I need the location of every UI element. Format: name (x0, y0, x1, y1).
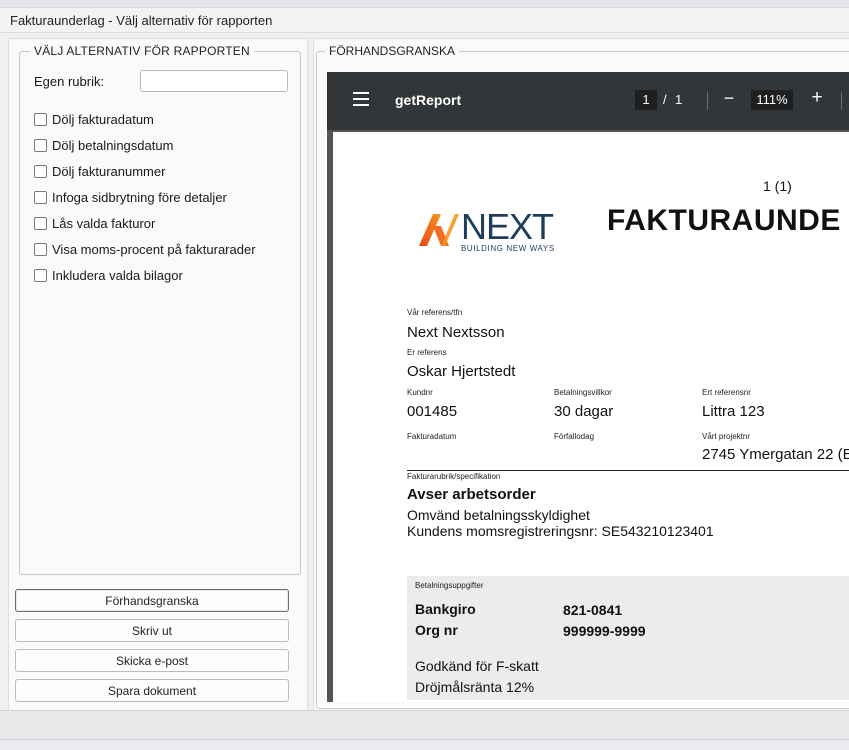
preview-group: FÖRHANDSGRANSKA getReport 1 / 1 − 111% +… (316, 44, 849, 709)
checkbox-include-attachments[interactable]: Inkludera valda bilagor (34, 266, 183, 284)
org-number-value: 999999-9999 (563, 623, 646, 639)
payment-terms-label: Betalningsvillkor (554, 388, 612, 397)
checkbox-label: Visa moms-procent på fakturarader (52, 241, 256, 257)
checkbox-box[interactable] (34, 190, 47, 204)
section-divider (407, 470, 849, 471)
checkbox-box[interactable] (34, 112, 47, 126)
our-project-value: 2745 Ymergatan 22 (E (702, 446, 849, 463)
checkbox-box[interactable] (34, 164, 47, 178)
checkbox-label: Dölj fakturadatum (52, 111, 154, 127)
your-reference-number-label: Ert referensnr (702, 388, 751, 397)
background-table-strip (0, 739, 849, 750)
bankgiro-value: 821-0841 (563, 602, 623, 618)
menu-icon[interactable] (353, 92, 369, 106)
preview-legend: FÖRHANDSGRANSKA (325, 44, 460, 58)
background-window-strip (0, 0, 849, 7)
send-email-button[interactable]: Skicka e-post (15, 649, 289, 672)
logo-word: NEXT (461, 206, 554, 247)
your-reference-label: Er referens (407, 348, 447, 357)
options-group: VÄLJ ALTERNATIV FÖR RAPPORTEN Egen rubri… (19, 44, 301, 575)
our-project-label: Vårt projektnr (702, 432, 751, 441)
customer-number-label: Kundnr (407, 388, 433, 397)
checkbox-label: Infoga sidbrytning före detaljer (52, 189, 227, 205)
checkbox-hide-payment-date[interactable]: Dölj betalningsdatum (34, 136, 173, 154)
pdf-toolbar: getReport 1 / 1 − 111% + (327, 72, 849, 130)
due-date-label: Förfallodag (554, 432, 595, 441)
page-indicator: 1 (1) (763, 178, 792, 194)
logo-tagline: BUILDING NEW WAYS (461, 244, 555, 253)
preview-button[interactable]: Förhandsgranska (15, 589, 289, 612)
print-button[interactable]: Skriv ut (15, 619, 289, 642)
your-reference-value: Oskar Hjertstedt (407, 363, 516, 380)
save-document-button[interactable]: Spara dokument (15, 679, 289, 702)
total-pages: 1 (675, 92, 683, 107)
customer-number-value: 001485 (407, 403, 458, 420)
options-legend: VÄLJ ALTERNATIV FÖR RAPPORTEN (30, 44, 254, 58)
our-reference-value: Next Nextsson (407, 324, 505, 341)
payment-terms-value: 30 dagar (554, 403, 614, 420)
specification-line: Kundens momsregistreringsnr: SE543210123… (407, 523, 714, 539)
zoom-out-icon[interactable]: − (721, 88, 737, 109)
page-separator: / (663, 92, 667, 107)
checkbox-show-vat-percent[interactable]: Visa moms-procent på fakturarader (34, 240, 256, 258)
checkbox-label: Dölj fakturanummer (52, 163, 166, 179)
specification-line: Omvänd betalningsskyldighet (407, 507, 590, 523)
toolbar-divider (841, 92, 842, 110)
dialog-footer (0, 710, 849, 741)
checkbox-lock-invoices[interactable]: Lås valda fakturor (34, 214, 155, 232)
org-number-label: Org nr (415, 622, 458, 638)
checkbox-label: Dölj betalningsdatum (52, 137, 174, 153)
pdf-viewer[interactable]: getReport 1 / 1 − 111% + 1 (1) NEXT BUIL… (327, 72, 849, 702)
options-panel: VÄLJ ALTERNATIV FÖR RAPPORTEN Egen rubri… (8, 38, 308, 712)
checkbox-box[interactable] (34, 242, 47, 256)
logo-mark-icon (419, 214, 459, 246)
your-reference-number-value: Littra 123 (702, 403, 765, 420)
payment-details-box: Betalningsuppgifter Bankgiro 821-0841 Or… (407, 576, 849, 700)
checkbox-hide-invoice-number[interactable]: Dölj fakturanummer (34, 162, 165, 180)
checkbox-box[interactable] (34, 216, 47, 230)
checkbox-hide-invoice-date[interactable]: Dölj fakturadatum (34, 110, 154, 128)
invoice-date-label: Fakturadatum (407, 432, 457, 441)
zoom-in-icon[interactable]: + (809, 87, 825, 109)
document-heading: FAKTURAUNDE (607, 204, 841, 237)
checkbox-page-break-before-details[interactable]: Infoga sidbrytning före detaljer (34, 188, 227, 206)
report-options-dialog: Fakturaunderlag - Välj alternativ för ra… (0, 7, 849, 741)
current-page-input[interactable]: 1 (635, 90, 657, 110)
checkbox-box[interactable] (34, 138, 47, 152)
dialog-title-bar: Fakturaunderlag - Välj alternativ för ra… (0, 8, 849, 33)
checkbox-label: Lås valda fakturor (52, 215, 156, 231)
zoom-level-input[interactable]: 111% (751, 90, 793, 110)
checkbox-box[interactable] (34, 268, 47, 282)
pdf-page: 1 (1) NEXT BUILDING NEW WAYS FAKTURAUNDE… (333, 132, 849, 702)
preview-panel: FÖRHANDSGRANSKA getReport 1 / 1 − 111% +… (313, 38, 849, 712)
custom-heading-label: Egen rubrik: (34, 74, 105, 89)
specification-title: Avser arbetsorder (407, 486, 536, 503)
specification-label: Fakturarubrik/specifikation (407, 472, 501, 481)
toolbar-divider (707, 92, 708, 110)
custom-heading-input[interactable] (140, 70, 288, 92)
company-logo: NEXT BUILDING NEW WAYS (415, 206, 565, 256)
bankgiro-label: Bankgiro (415, 601, 476, 617)
pdf-document-title: getReport (395, 92, 462, 108)
our-reference-label: Vår referens/tfn (407, 308, 463, 317)
checkbox-label: Inkludera valda bilagor (52, 267, 183, 283)
payment-details-label: Betalningsuppgifter (415, 581, 484, 590)
dialog-title: Fakturaunderlag - Välj alternativ för ra… (10, 13, 273, 28)
interest-note: Dröjmålsränta 12% (415, 679, 535, 695)
fskatt-note: Godkänd för F-skatt (415, 658, 539, 674)
